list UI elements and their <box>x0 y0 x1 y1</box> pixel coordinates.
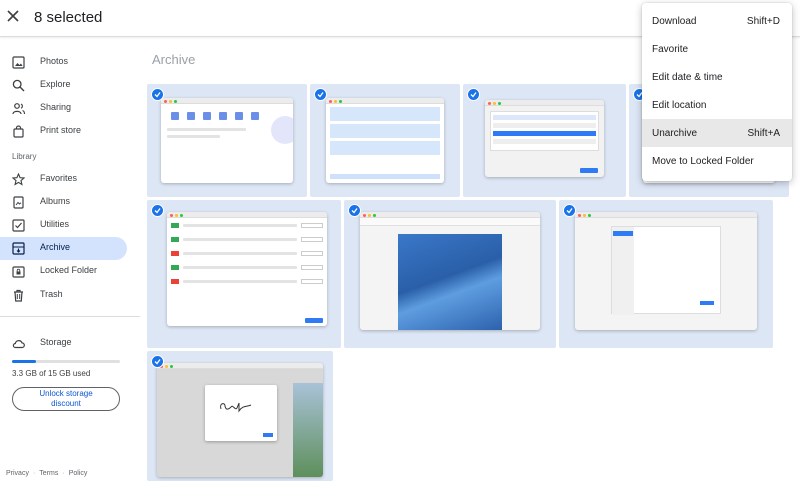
sidebar-item-favorites[interactable]: Favorites <box>0 168 127 191</box>
unlock-storage-label: Unlock storage discount <box>39 389 93 408</box>
screenshot-thumbnail <box>326 98 444 183</box>
photo-tile[interactable] <box>463 84 626 197</box>
selected-count: 8 selected <box>34 9 103 26</box>
menu-item-edit-location[interactable]: Edit location <box>642 91 792 119</box>
star-icon <box>12 173 25 186</box>
selected-check-icon[interactable] <box>563 204 576 217</box>
sidebar-item-label: Storage <box>40 337 72 347</box>
sidebar-item-locked-folder[interactable]: Locked Folder <box>0 260 127 283</box>
menu-item-unarchive[interactable]: Unarchive Shift+A <box>642 119 792 147</box>
unlock-storage-discount-button[interactable]: Unlock storage discount <box>12 387 120 411</box>
shopping-bag-icon <box>13 125 24 138</box>
close-selection-button[interactable] <box>2 4 24 28</box>
selected-check-icon[interactable] <box>348 204 361 217</box>
photo-icon <box>12 56 25 69</box>
lock-icon <box>12 266 25 278</box>
shortcut-label: Shift+A <box>747 127 780 139</box>
sidebar-item-label: Sharing <box>40 102 72 112</box>
screenshot-thumbnail <box>360 212 540 330</box>
photo-tile[interactable] <box>147 351 333 481</box>
page-title: Archive <box>152 52 196 67</box>
sidebar-item-trash[interactable]: Trash <box>0 284 127 307</box>
sidebar-item-label: Locked Folder <box>40 265 98 275</box>
close-icon <box>7 10 19 22</box>
menu-item-download[interactable]: Download Shift+D <box>642 7 792 35</box>
archive-icon <box>12 242 25 255</box>
menu-item-move-to-locked-folder[interactable]: Move to Locked Folder <box>642 147 792 175</box>
sidebar-item-explore[interactable]: Explore <box>0 74 127 97</box>
storage-usage-text: 3.3 GB of 15 GB used <box>12 369 91 378</box>
screenshot-thumbnail <box>157 363 323 477</box>
terms-link[interactable]: Terms <box>39 470 58 477</box>
selected-check-icon[interactable] <box>314 88 327 101</box>
storage-progress-fill <box>12 360 36 363</box>
sidebar-item-label: Explore <box>40 79 71 89</box>
sidebar-item-label: Archive <box>40 242 71 252</box>
library-section-label: Library <box>12 152 37 161</box>
shortcut-label: Shift+D <box>746 15 780 27</box>
sidebar-item-label: Photos <box>40 56 69 66</box>
utilities-icon <box>12 219 25 232</box>
sidebar-item-label: Utilities <box>40 219 70 229</box>
sidebar-item-archive[interactable]: Archive <box>0 237 127 260</box>
privacy-link[interactable]: Privacy <box>6 470 29 477</box>
photo-tile[interactable] <box>147 200 341 348</box>
selection-context-menu: Download Shift+D Favorite Edit date & ti… <box>642 3 792 181</box>
sidebar-item-albums[interactable]: Albums <box>0 191 127 214</box>
screenshot-thumbnail <box>161 98 293 183</box>
screenshot-thumbnail <box>485 100 604 177</box>
selected-check-icon[interactable] <box>151 204 164 217</box>
policy-link[interactable]: Policy <box>69 470 88 477</box>
photo-tile[interactable] <box>344 200 556 348</box>
photo-tile[interactable] <box>559 200 773 348</box>
sidebar-item-utilities[interactable]: Utilities <box>0 214 127 237</box>
cloud-icon <box>12 340 25 349</box>
sidebar-item-label: Print store <box>40 125 82 135</box>
photo-tile[interactable] <box>310 84 460 197</box>
people-icon <box>12 103 25 115</box>
screenshot-thumbnail <box>575 212 757 330</box>
menu-item-edit-date-time[interactable]: Edit date & time <box>642 63 792 91</box>
sidebar-divider <box>0 316 140 317</box>
sidebar-item-storage[interactable]: Storage <box>0 332 127 355</box>
sidebar-item-label: Favorites <box>40 173 78 183</box>
search-icon <box>12 79 25 92</box>
sidebar-item-photos[interactable]: Photos <box>0 51 127 74</box>
trash-icon <box>14 289 23 302</box>
screenshot-thumbnail <box>167 212 327 326</box>
selected-check-icon[interactable] <box>151 88 164 101</box>
sidebar-item-print-store[interactable]: Print store <box>0 120 127 143</box>
sidebar-item-sharing[interactable]: Sharing <box>0 97 127 120</box>
sidebar-item-label: Trash <box>40 289 63 299</box>
selected-check-icon[interactable] <box>151 355 164 368</box>
photo-tile[interactable] <box>147 84 307 197</box>
sidebar: Photos Explore Sharing Print store Libra… <box>0 38 140 481</box>
album-icon <box>13 196 24 209</box>
selected-check-icon[interactable] <box>467 88 480 101</box>
footer-links: Privacy · Terms · Policy <box>6 470 88 477</box>
storage-progress-bar <box>12 360 120 363</box>
menu-item-favorite[interactable]: Favorite <box>642 35 792 63</box>
sidebar-item-label: Albums <box>40 196 71 206</box>
